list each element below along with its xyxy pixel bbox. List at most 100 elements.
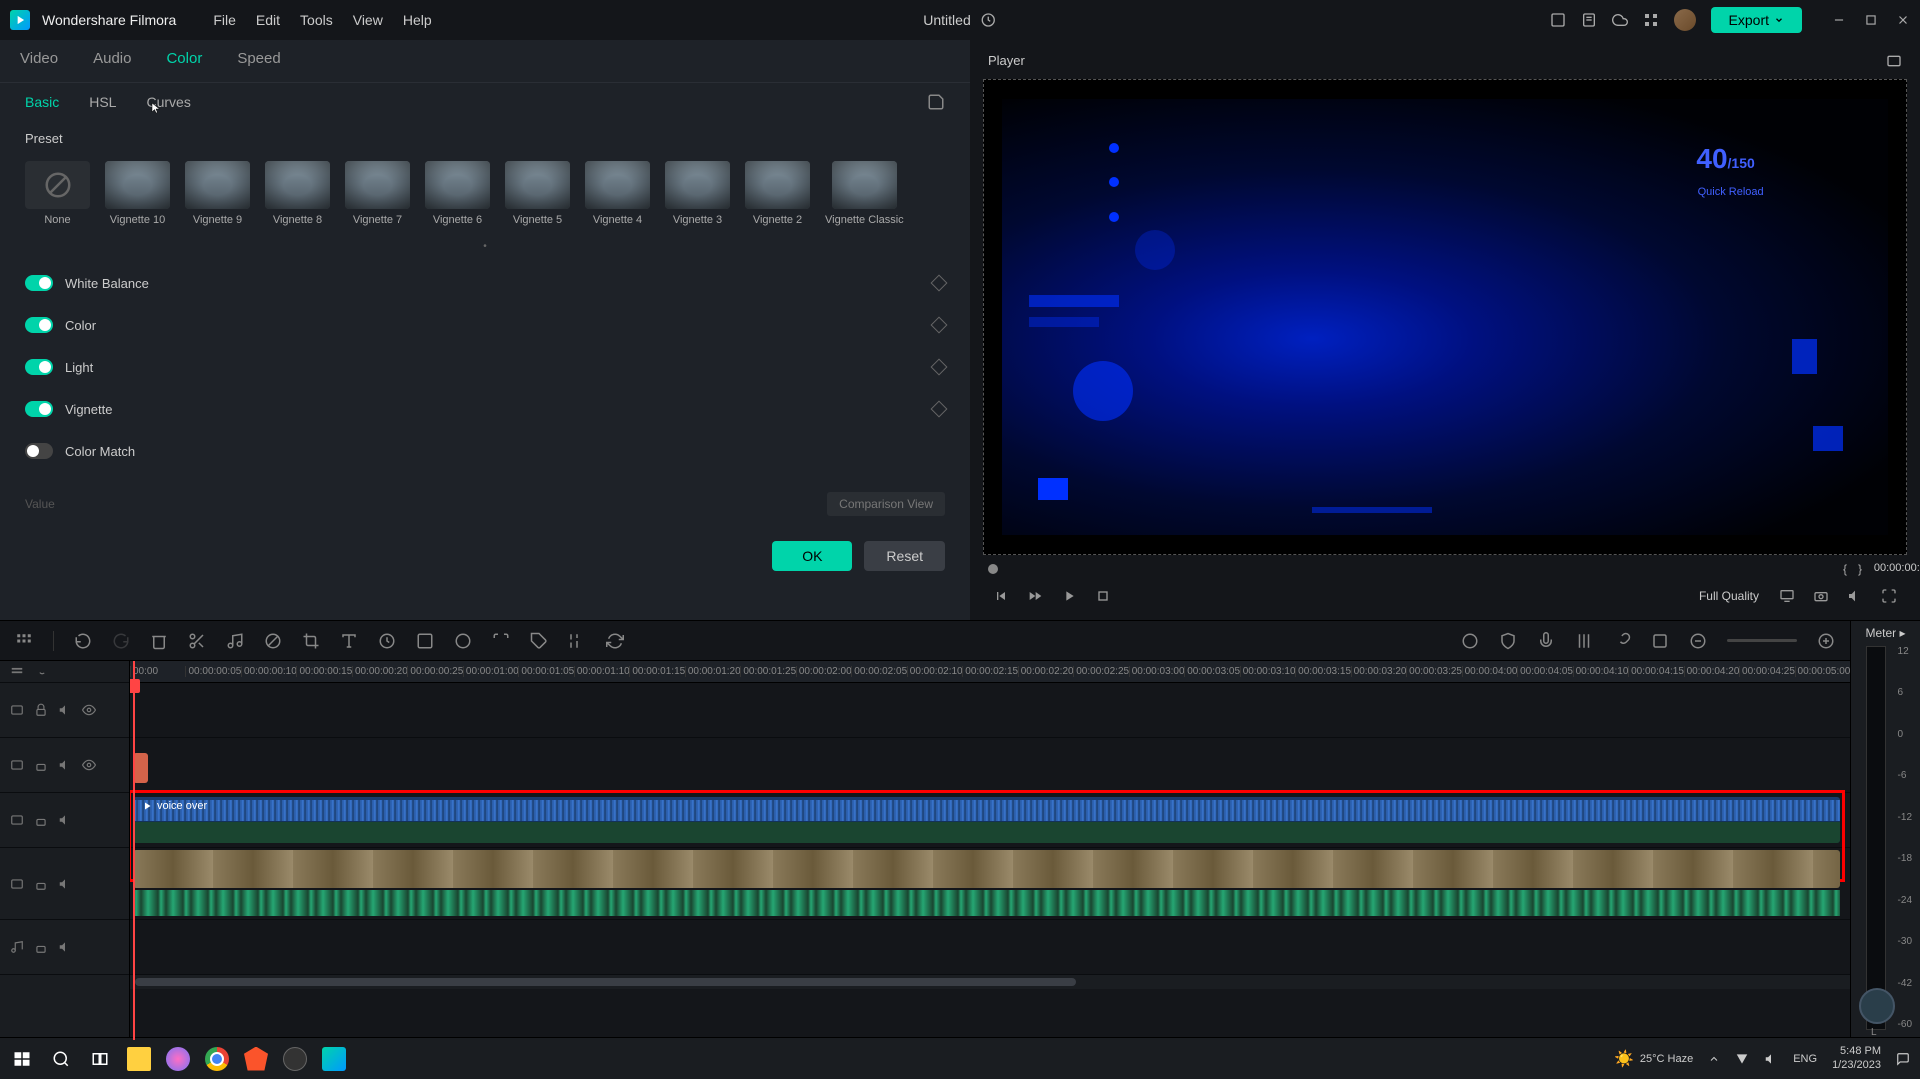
assistant-avatar[interactable] <box>1859 988 1895 1024</box>
adjust-icon[interactable] <box>568 632 586 650</box>
adj-light[interactable]: Light <box>25 346 945 388</box>
clip-marker[interactable] <box>133 753 148 783</box>
main-video-clip[interactable] <box>133 850 1840 888</box>
toggle-light[interactable] <box>25 359 53 375</box>
zoom-slider[interactable] <box>1727 639 1797 642</box>
menu-file[interactable]: File <box>213 12 236 28</box>
app-icon-1[interactable] <box>166 1047 190 1071</box>
weather-widget[interactable]: ☀️ 25°C Haze <box>1614 1049 1693 1069</box>
mute-icon[interactable] <box>58 758 72 772</box>
maximize-icon[interactable] <box>1864 13 1878 27</box>
subtab-curves[interactable]: Curves <box>146 94 190 110</box>
track-2-header[interactable] <box>0 793 129 848</box>
text-icon[interactable] <box>340 632 358 650</box>
adj-white-balance[interactable]: White Balance <box>25 262 945 304</box>
preset-none[interactable]: None <box>25 161 90 226</box>
save-preset-icon[interactable] <box>927 93 945 111</box>
music-icon[interactable] <box>226 632 244 650</box>
tag-icon[interactable] <box>530 632 548 650</box>
redo-icon[interactable] <box>112 632 130 650</box>
tray-expand-icon[interactable] <box>1708 1053 1720 1065</box>
cloud-icon[interactable] <box>1612 12 1628 28</box>
track-1[interactable] <box>130 848 1850 920</box>
apps-icon[interactable] <box>1643 12 1659 28</box>
lock-icon[interactable] <box>34 758 48 772</box>
sound-icon[interactable] <box>1764 1052 1778 1066</box>
zoom-in-icon[interactable] <box>1817 632 1835 650</box>
chrome-icon[interactable] <box>205 1047 229 1071</box>
track-link-icon[interactable] <box>34 665 48 679</box>
adj-color[interactable]: Color <box>25 304 945 346</box>
lock-icon[interactable] <box>34 813 48 827</box>
tab-video[interactable]: Video <box>20 50 58 72</box>
subtab-hsl[interactable]: HSL <box>89 94 116 110</box>
preset-vignette-3[interactable]: Vignette 3 <box>665 161 730 226</box>
eye-icon[interactable] <box>82 758 96 772</box>
marker-icon[interactable] <box>1651 632 1669 650</box>
mute-icon[interactable] <box>58 813 72 827</box>
subtab-basic[interactable]: Basic <box>25 94 59 110</box>
step-back-icon[interactable] <box>1027 588 1043 604</box>
mute-icon[interactable] <box>58 703 72 717</box>
preset-vignette-5[interactable]: Vignette 5 <box>505 161 570 226</box>
keyframe-color[interactable] <box>931 317 948 334</box>
voice-over-clip[interactable]: voice over <box>133 797 1840 843</box>
player-viewport[interactable]: 40/150 Quick Reload <box>983 79 1907 555</box>
stop-icon[interactable] <box>1095 588 1111 604</box>
audio-track-header[interactable] <box>0 920 129 975</box>
lock-icon[interactable] <box>34 940 48 954</box>
delete-icon[interactable] <box>150 632 168 650</box>
volume-icon[interactable] <box>1847 588 1863 604</box>
keyframe-white-balance[interactable] <box>931 275 948 292</box>
tab-audio[interactable]: Audio <box>93 50 131 72</box>
user-avatar[interactable] <box>1674 9 1696 31</box>
brave-icon[interactable] <box>244 1047 268 1071</box>
timeline-scrollbar[interactable] <box>130 975 1850 989</box>
preset-vignette-7[interactable]: Vignette 7 <box>345 161 410 226</box>
menu-edit[interactable]: Edit <box>256 12 280 28</box>
menu-help[interactable]: Help <box>403 12 432 28</box>
system-clock[interactable]: 5:48 PM 1/23/2023 <box>1832 1045 1881 1071</box>
preset-vignette-2[interactable]: Vignette 2 <box>745 161 810 226</box>
player-scrubber[interactable]: { } 00:00:00:00 <box>983 560 1907 580</box>
explorer-icon[interactable] <box>127 1047 151 1071</box>
filmora-taskbar-icon[interactable] <box>322 1047 346 1071</box>
timeline-tracks[interactable]: 00:0000:00:00:0500:00:00:1000:00:00:1500… <box>130 661 1850 1040</box>
ok-button[interactable]: OK <box>772 541 852 571</box>
timeline-ruler[interactable]: 00:0000:00:00:0500:00:00:1000:00:00:1500… <box>130 661 1850 683</box>
speed-icon[interactable] <box>378 632 396 650</box>
camera-icon[interactable] <box>1813 588 1829 604</box>
track-4[interactable] <box>130 683 1850 738</box>
track-3-header[interactable] <box>0 738 129 793</box>
tab-color[interactable]: Color <box>166 50 202 72</box>
keyframe-light[interactable] <box>931 359 948 376</box>
search-icon[interactable] <box>49 1047 73 1071</box>
crop-icon[interactable] <box>302 632 320 650</box>
obs-icon[interactable] <box>283 1047 307 1071</box>
keyframe-vignette[interactable] <box>931 401 948 418</box>
color-tool-icon[interactable] <box>416 632 434 650</box>
preset-vignette-9[interactable]: Vignette 9 <box>185 161 250 226</box>
preset-vignette-10[interactable]: Vignette 10 <box>105 161 170 226</box>
toggle-white-balance[interactable] <box>25 275 53 291</box>
eye-icon[interactable] <box>82 703 96 717</box>
shield-icon[interactable] <box>1499 632 1517 650</box>
refresh-icon[interactable] <box>606 632 624 650</box>
mixer-icon[interactable] <box>1575 632 1593 650</box>
lock-icon[interactable] <box>34 703 48 717</box>
tab-speed[interactable]: Speed <box>237 50 280 72</box>
mute-icon[interactable] <box>58 877 72 891</box>
menu-view[interactable]: View <box>353 12 383 28</box>
track-4-header[interactable] <box>0 683 129 738</box>
adj-vignette[interactable]: Vignette <box>25 388 945 430</box>
preset-vignette-4[interactable]: Vignette 4 <box>585 161 650 226</box>
play-icon[interactable] <box>1061 588 1077 604</box>
export-button[interactable]: Export <box>1711 7 1802 33</box>
preset-vignette-8[interactable]: Vignette 8 <box>265 161 330 226</box>
effects-icon[interactable] <box>454 632 472 650</box>
undo-icon[interactable] <box>74 632 92 650</box>
minimize-icon[interactable] <box>1832 13 1846 27</box>
comparison-view-button[interactable]: Comparison View <box>827 492 945 516</box>
start-button[interactable] <box>10 1047 34 1071</box>
display-icon[interactable] <box>1779 588 1795 604</box>
